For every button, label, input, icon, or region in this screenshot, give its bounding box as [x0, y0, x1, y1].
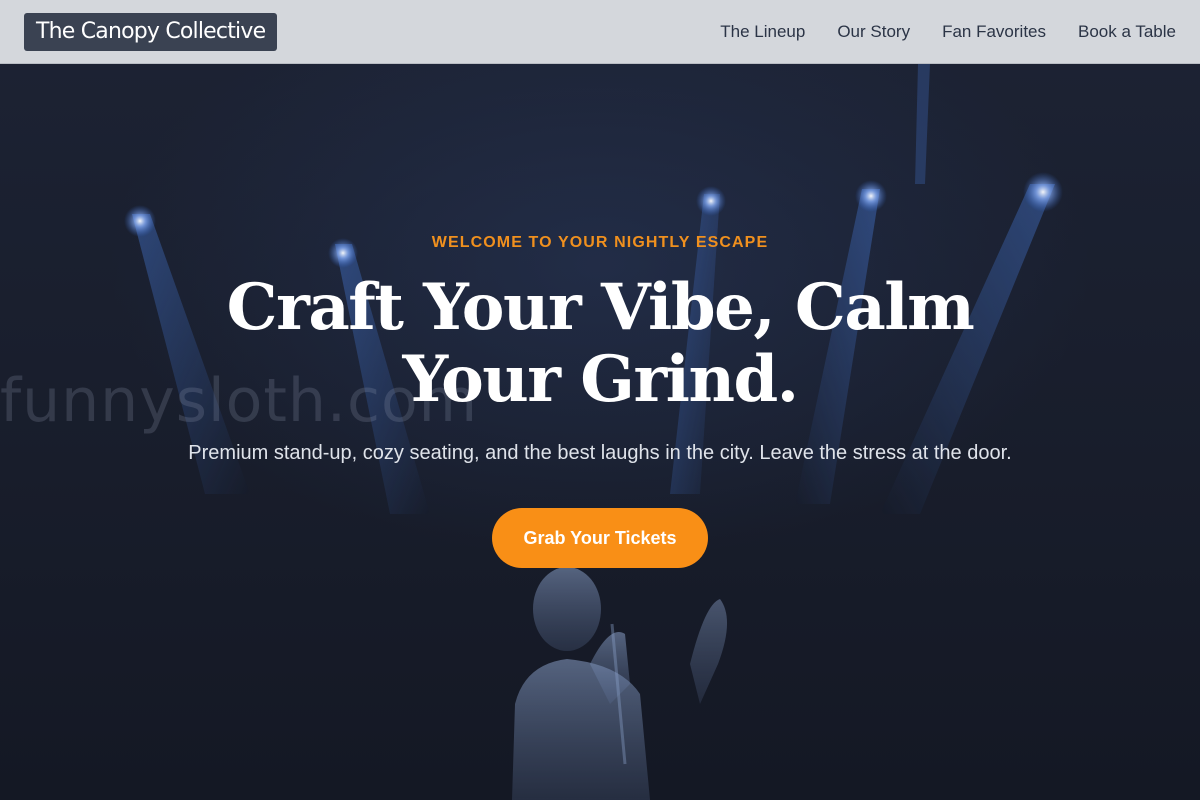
page: The Canopy Collective The Lineup Our Sto… [0, 0, 1200, 800]
grab-tickets-button[interactable]: Grab Your Tickets [492, 508, 708, 568]
main-nav: The Lineup Our Story Fan Favorites Book … [720, 0, 1176, 64]
nav-link-our-story[interactable]: Our Story [837, 22, 910, 42]
hero-eyebrow: WELCOME TO YOUR NIGHTLY ESCAPE [431, 234, 769, 251]
hero-subtitle: Premium stand-up, cozy seating, and the … [188, 442, 1012, 464]
nav-link-lineup[interactable]: The Lineup [720, 22, 805, 42]
hero-headline-line-1: Craft Your Vibe, Calm [226, 270, 975, 345]
brand-logo[interactable]: The Canopy Collective [24, 13, 278, 51]
site-header: The Canopy Collective The Lineup Our Sto… [0, 0, 1200, 64]
hero-headline-line-2: Your Grind. [402, 342, 799, 417]
nav-link-fan-favorites[interactable]: Fan Favorites [942, 22, 1046, 42]
hero-section [0, 64, 1200, 800]
performer-silhouette [512, 567, 728, 800]
spotlight-lights [124, 172, 1063, 268]
stage-background-image [124, 64, 1063, 800]
hero-headline: Craft Your Vibe, Calm Your Grind. [200, 272, 1000, 416]
nav-link-book-a-table[interactable]: Book a Table [1078, 22, 1176, 42]
